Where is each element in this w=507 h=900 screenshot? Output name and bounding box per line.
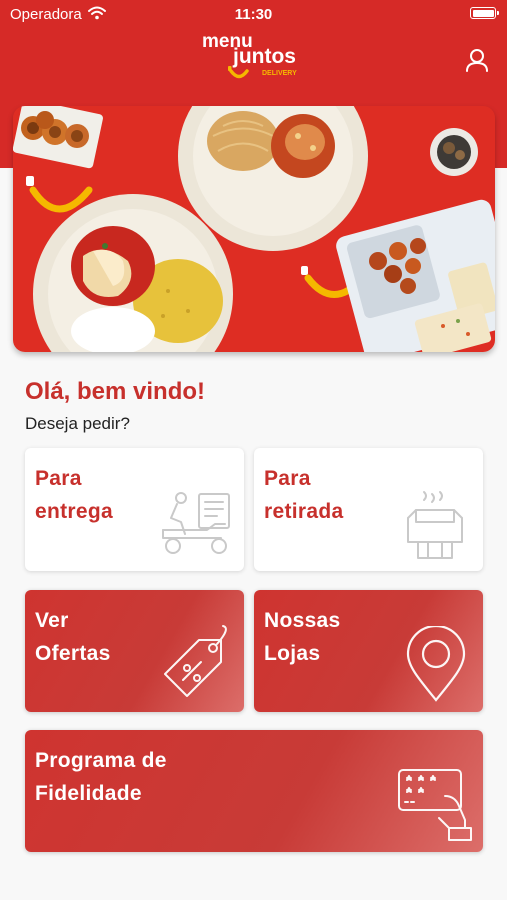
food-banner-illustration bbox=[13, 106, 495, 352]
loyalty-card-label: Programa de Fidelidade bbox=[35, 749, 167, 805]
stores-card[interactable]: Nossas Lojas bbox=[254, 590, 483, 712]
logo-word-juntos: juntos bbox=[232, 45, 296, 68]
pickup-card-label: Para retirada bbox=[264, 467, 344, 523]
status-time: 11:30 bbox=[234, 6, 273, 23]
pickup-option-card[interactable]: Para retirada bbox=[254, 448, 483, 571]
discount-tag-icon bbox=[164, 625, 227, 697]
map-pin-icon bbox=[406, 626, 466, 702]
status-bar: Operadora 11:30 bbox=[0, 0, 507, 28]
menu-juntos-logo: menu juntos DELIVERY bbox=[202, 31, 297, 79]
loyalty-card-hand-icon bbox=[398, 769, 472, 841]
battery-icon bbox=[470, 7, 499, 19]
offers-card-label: Ver Ofertas bbox=[35, 609, 111, 665]
delivery-card-label: Para entrega bbox=[35, 467, 113, 523]
pickup-bag-icon bbox=[407, 491, 463, 559]
offers-card[interactable]: Ver Ofertas bbox=[25, 590, 244, 712]
delivery-option-card[interactable]: Para entrega bbox=[25, 448, 244, 571]
loyalty-program-card[interactable]: Programa de Fidelidade bbox=[25, 730, 483, 852]
stores-card-label: Nossas Lojas bbox=[264, 609, 341, 665]
greeting-title: Olá, bem vindo! bbox=[25, 378, 206, 405]
small-bowl-image bbox=[430, 128, 478, 176]
delivery-scooter-icon bbox=[162, 492, 230, 554]
logo-tag-delivery: DELIVERY bbox=[262, 70, 297, 77]
greeting-subtitle: Deseja pedir? bbox=[25, 414, 130, 433]
user-profile-icon[interactable] bbox=[462, 46, 492, 76]
promo-banner[interactable] bbox=[13, 106, 495, 352]
